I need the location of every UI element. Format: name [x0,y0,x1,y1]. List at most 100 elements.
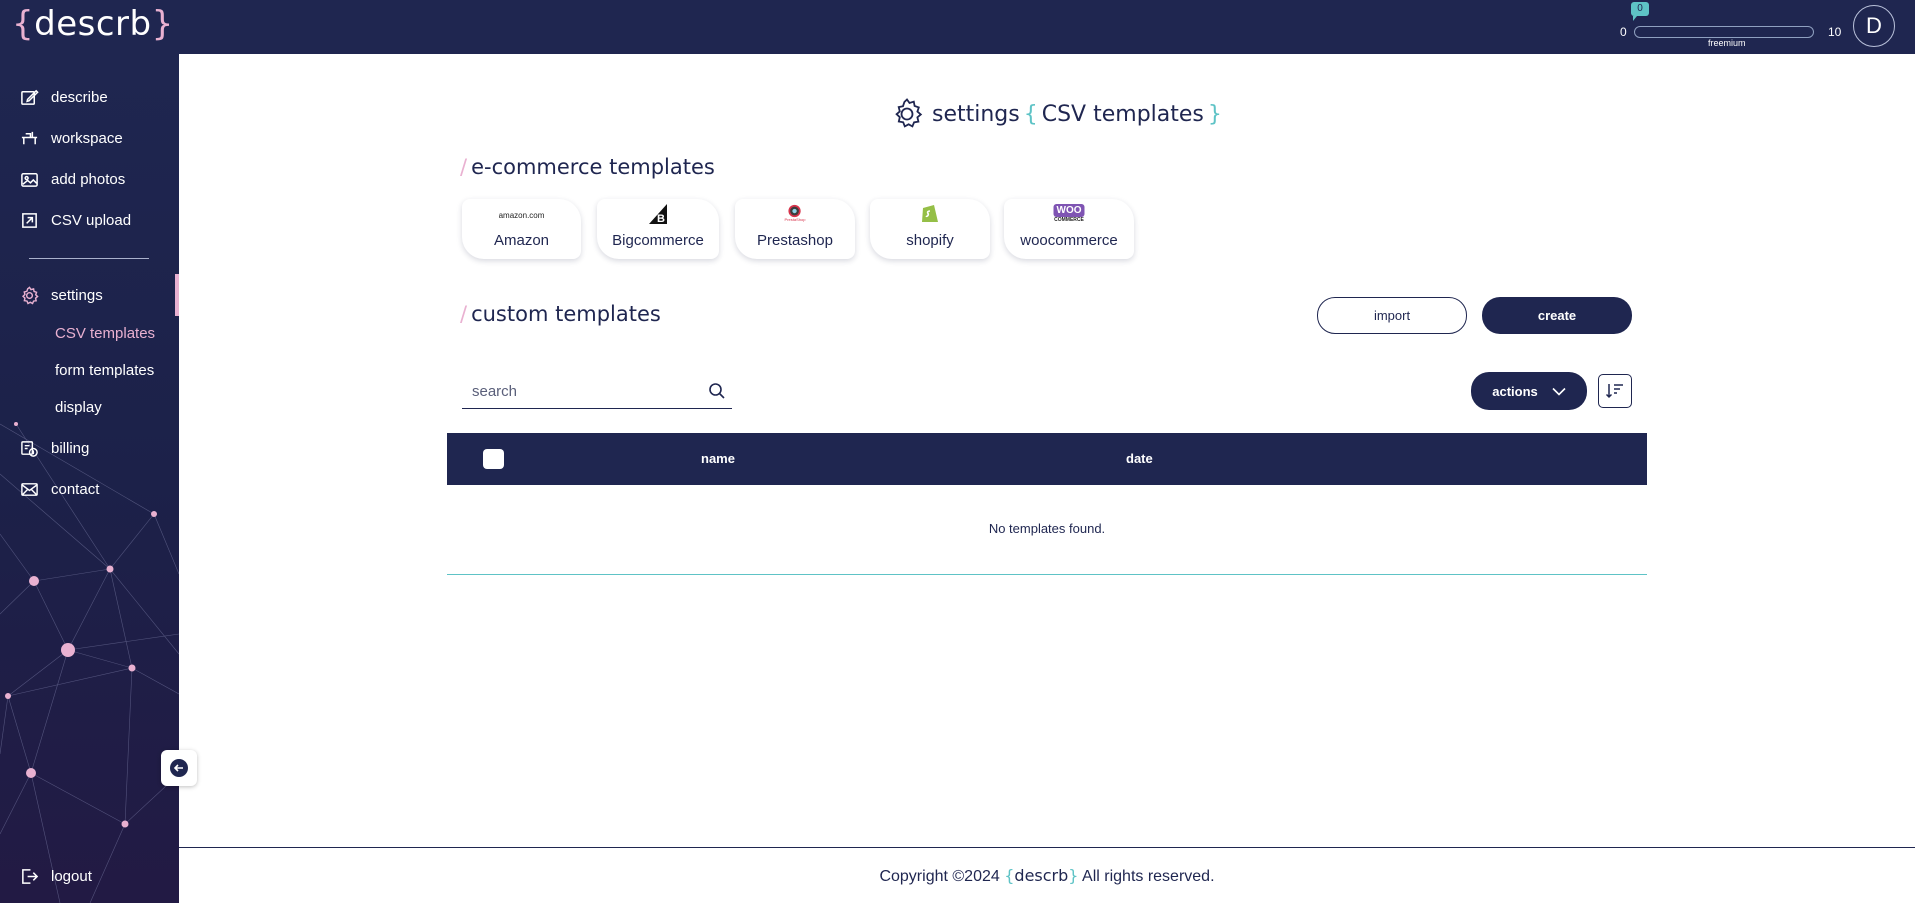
template-label: Amazon [493,232,550,249]
amazon-logo-text: amazon.com [498,210,545,220]
logo-brace-close: } [151,4,174,44]
top-bar: {descrb} 0 0 10 freemium D [0,0,1915,54]
edit-icon [19,87,39,107]
logout-label: logout [51,867,92,885]
section-title-text: custom templates [471,302,661,326]
sidebar-item-label: CSV upload [51,211,132,229]
plan-label: freemium [1708,38,1746,48]
envelope-icon [19,479,39,499]
woocommerce-logo: WOO COMMERCE [1053,203,1085,223]
amazon-logo: amazon.com [499,206,545,224]
column-header-date[interactable]: date [1126,451,1153,466]
sidebar-item-contact[interactable]: contact [0,474,179,504]
app-logo[interactable]: {descrb} [12,4,174,44]
logout-icon [19,866,39,886]
user-avatar[interactable]: D [1853,5,1895,47]
copyright-prefix: Copyright ©2024 [879,868,1000,885]
gear-icon [19,285,39,305]
sidebar-item-label: workspace [51,129,123,147]
shopify-logo [920,204,940,222]
template-label: Bigcommerce [612,232,704,249]
template-label: Prestashop [757,232,833,249]
workspace-icon [19,128,39,148]
chevron-down-icon [1552,387,1566,396]
template-card-prestashop[interactable]: PrestaShop Prestashop [735,199,855,259]
template-label: shopify [906,232,954,249]
template-card-shopify[interactable]: shopify [870,199,990,259]
footer-brace-close: } [1068,866,1079,885]
settings-gear-icon [895,98,923,128]
logout-button[interactable]: logout [0,861,179,891]
sort-icon [1605,384,1623,399]
title-brace-close: } [1207,101,1222,127]
image-icon [19,169,39,189]
empty-table-message: No templates found. [988,521,1106,536]
credit-used-badge: 0 [1631,2,1649,21]
footer-brand: {descrb} [1004,866,1078,885]
sort-button[interactable] [1598,374,1632,408]
page-title-text: CSV templates [1041,101,1204,127]
sidebar-item-describe[interactable]: describe [0,82,179,112]
sidebar-item-csv-upload[interactable]: CSV upload [0,205,179,235]
search-input[interactable] [462,375,692,407]
page-title-prefix: settings [932,101,1020,127]
billing-icon [19,438,39,458]
template-card-woocommerce[interactable]: WOO COMMERCE woocommerce [1004,199,1134,259]
sidebar-subitem-form-templates[interactable]: form templates [55,362,154,379]
page-title: settings { CSV templates } [890,94,1226,134]
woocommerce-logo-subtext: COMMERCE [1054,216,1084,223]
active-indicator [175,274,179,316]
sidebar-item-label: settings [51,286,103,304]
sidebar: describe workspace add photos CSV upload… [0,54,179,903]
title-brace-open: { [1023,101,1038,127]
bigcommerce-logo: B [647,204,669,225]
copyright: Copyright ©2024 {descrb} All rights rese… [179,866,1915,886]
footer-brace-open: { [1004,866,1015,885]
woocommerce-logo-mark: WOO [1053,203,1085,217]
arrow-left-icon [170,759,188,777]
title-slash: / [460,155,468,179]
sidebar-item-label: add photos [51,170,126,188]
sidebar-item-settings[interactable]: settings [0,280,179,310]
sidebar-item-label: contact [51,480,100,498]
section-title-text: e-commerce templates [471,155,715,179]
select-all-checkbox[interactable] [483,449,504,469]
sidebar-item-workspace[interactable]: workspace [0,123,179,153]
column-header-name[interactable]: name [701,451,735,466]
ecommerce-section-title: / e-commerce templates [460,155,715,179]
import-button[interactable]: import [1317,297,1467,334]
sidebar-subitem-csv-templates[interactable]: CSV templates [55,325,155,342]
sidebar-item-label: describe [51,88,108,106]
prestashop-logo-text: PrestaShop [784,217,806,222]
sidebar-divider [29,258,149,259]
logo-brace-open: { [12,4,35,44]
create-button[interactable]: create [1482,297,1632,334]
logo-text: descrb [34,4,152,44]
custom-section-title: / custom templates [460,302,661,326]
title-slash: / [460,302,468,326]
actions-label: actions [1492,383,1538,399]
svg-text:B: B [657,213,665,225]
search-field [462,375,732,409]
template-label: woocommerce [1020,232,1118,249]
upload-icon [19,210,39,230]
credit-meter: 0 0 10 freemium [1616,0,1844,54]
sidebar-subitem-display[interactable]: display [55,399,102,416]
actions-dropdown[interactable]: actions [1471,372,1587,410]
template-card-bigcommerce[interactable]: B Bigcommerce [597,199,719,259]
credit-max: 10 [1828,25,1842,39]
footer-brand-text: descrb [1014,866,1069,885]
table-bottom-border [447,574,1647,575]
credit-progress-bar [1634,26,1814,38]
prestashop-logo: PrestaShop [784,204,806,222]
credit-min: 0 [1620,25,1627,39]
template-card-amazon[interactable]: amazon.com Amazon [462,199,581,259]
copyright-suffix: All rights reserved. [1082,868,1215,885]
footer-divider [179,847,1915,848]
search-icon[interactable] [708,382,726,400]
collapse-sidebar-button[interactable] [161,750,197,786]
sidebar-item-billing[interactable]: billing [0,433,179,463]
sidebar-item-label: billing [51,439,90,457]
table-header: name date [447,433,1647,485]
sidebar-item-add-photos[interactable]: add photos [0,164,179,194]
